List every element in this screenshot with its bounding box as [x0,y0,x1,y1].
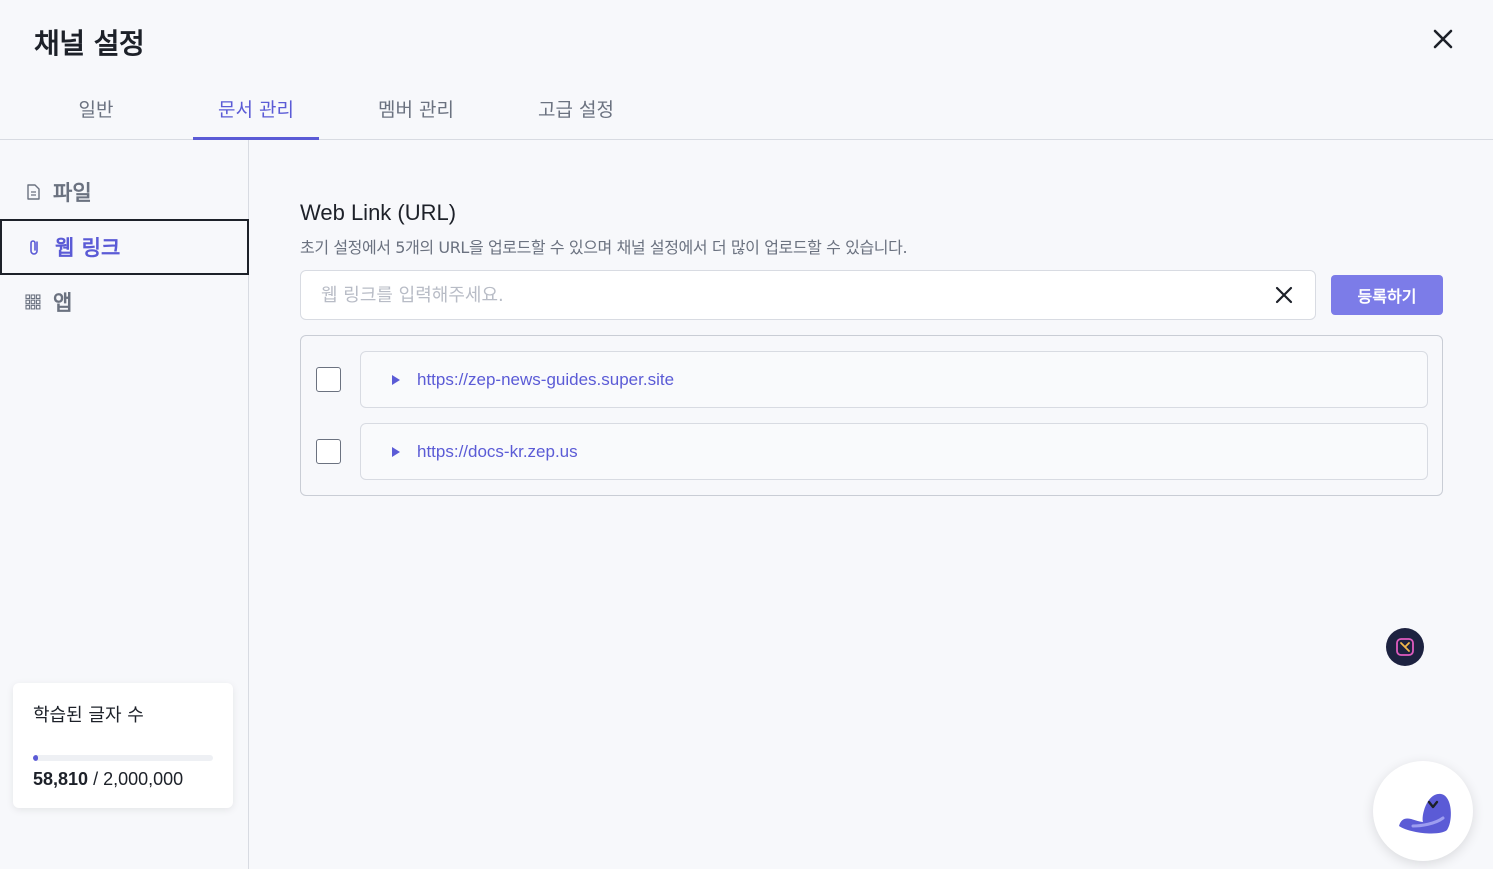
close-icon [1275,286,1293,304]
caret-right-icon [392,374,400,385]
url-input[interactable] [301,271,1251,319]
paperclip-icon [26,238,44,256]
grid-icon [24,293,42,311]
usage-separator: / [88,769,104,789]
section-description: 초기 설정에서 5개의 URL을 업로드할 수 있으며 채널 설정에서 더 많이… [300,238,908,257]
sidebar-item-label: 앱 [53,291,73,315]
page-title: 채널 설정 [34,27,145,60]
register-button[interactable]: 등록하기 [1331,275,1443,315]
link-url: https://zep-news-guides.super.site [417,369,675,389]
url-input-container [300,270,1316,320]
tab-advanced[interactable]: 고급 설정 [513,88,639,140]
list-item[interactable]: https://docs-kr.zep.us [360,423,1428,480]
file-icon [24,183,42,201]
usage-progress-bar [33,755,213,761]
close-icon [1433,29,1453,49]
sidebar: 파일 웹 링크 앱 학습된 글자 수 58,810 / 2,000,000 [0,140,249,869]
chat-bot-icon [1399,793,1451,834]
close-button[interactable] [1428,24,1458,54]
usage-progress-fill [33,755,39,761]
usage-total: 2,000,000 [103,769,184,789]
list-item[interactable]: https://zep-news-guides.super.site [360,351,1428,408]
extension-button[interactable] [1386,628,1424,666]
sidebar-item-label: 웹 링크 [55,236,121,260]
tab-members[interactable]: 멤버 관리 [353,88,479,140]
usage-card: 학습된 글자 수 58,810 / 2,000,000 [13,683,233,808]
sidebar-item-file[interactable]: 파일 [0,164,249,220]
extension-logo-icon [1396,638,1414,656]
usage-used: 58,810 [33,769,89,789]
link-list: https://zep-news-guides.super.site https… [300,335,1443,496]
link-url: https://docs-kr.zep.us [417,441,578,461]
tab-general[interactable]: 일반 [33,88,159,140]
sidebar-item-app[interactable]: 앱 [0,274,249,330]
caret-right-icon [392,446,400,457]
usage-count: 58,810 / 2,000,000 [33,769,183,790]
tab-bar: 일반 문서 관리 멤버 관리 고급 설정 [0,88,1493,140]
clear-input-button[interactable] [1273,284,1295,306]
link-checkbox[interactable] [316,367,341,392]
usage-title: 학습된 글자 수 [33,705,144,726]
tab-documents[interactable]: 문서 관리 [193,88,319,140]
sidebar-item-label: 파일 [53,181,92,205]
link-checkbox[interactable] [316,439,341,464]
section-title: Web Link (URL) [300,200,457,225]
sidebar-item-weblink[interactable]: 웹 링크 [0,219,249,275]
chatbot-launcher-button[interactable] [1373,761,1473,861]
